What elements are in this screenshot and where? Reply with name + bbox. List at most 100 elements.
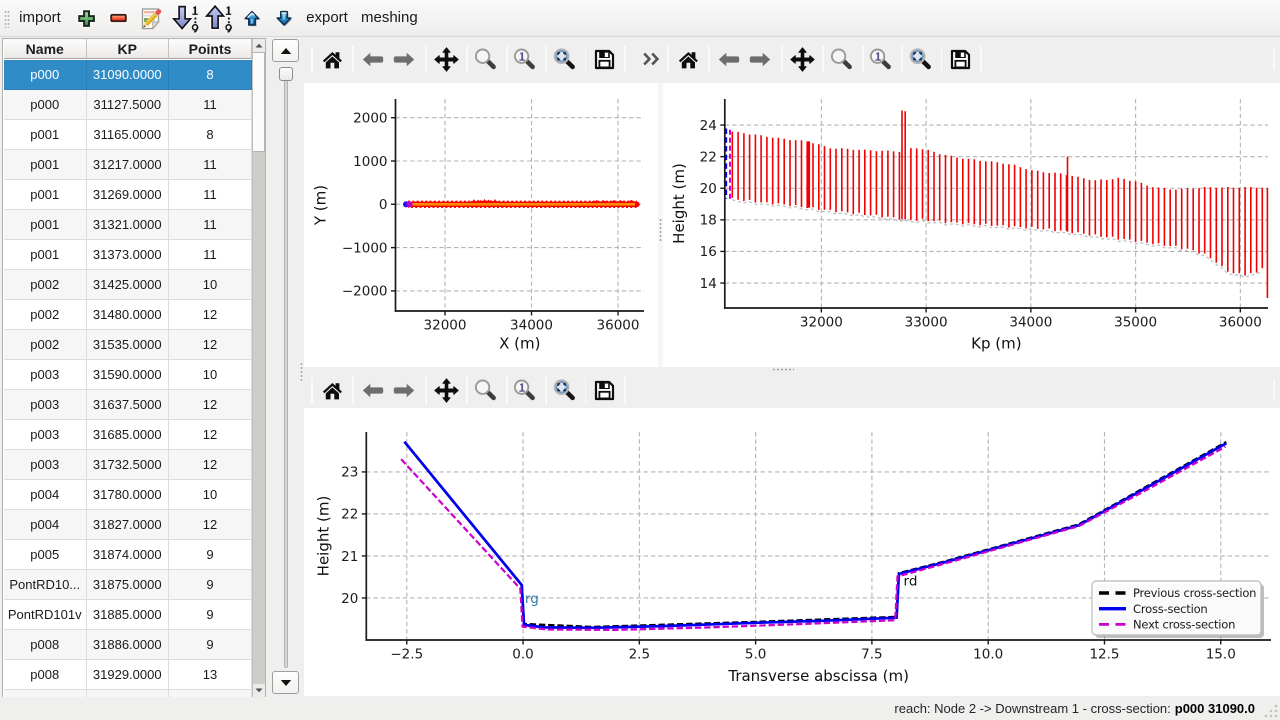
table-row[interactable]: p00031127.500011 [4,90,252,120]
cell-kp[interactable]: 31885.0000 [87,600,170,630]
cell-name[interactable]: p000 [4,60,87,90]
next-cross-section-button[interactable] [272,671,299,694]
back-button[interactable] [359,45,387,73]
toolbar-drag-handle[interactable] [4,10,10,28]
cell-kp[interactable]: 31269.0000 [87,180,170,210]
table-row[interactable]: p00131269.000011 [4,180,252,210]
cell-name[interactable]: p005 [4,540,87,570]
cell-name[interactable]: p001 [4,210,87,240]
table-row[interactable]: PontRD101v31885.00009 [4,600,252,630]
table-row[interactable]: p00531874.00009 [4,540,252,570]
cell-points[interactable]: 8 [169,120,252,150]
cell-points[interactable]: 10 [169,480,252,510]
zoom-one-button[interactable] [867,45,895,73]
sort-descending-button[interactable] [172,0,198,36]
cell-points[interactable]: 9 [169,630,252,660]
cross-section-slider[interactable] [284,68,288,668]
cell-points[interactable]: 12 [169,420,252,450]
cell-name[interactable]: p001 [4,240,87,270]
cross-section-slider-handle[interactable] [279,67,293,81]
back-button[interactable] [715,45,743,73]
cell-kp[interactable]: 31321.0000 [87,210,170,240]
zoom-one-button[interactable] [511,376,539,404]
scrollbar-thumb[interactable] [253,52,265,152]
zoom-button[interactable] [471,45,499,73]
toolbar-overflow-button[interactable] [643,52,660,70]
cell-name[interactable]: p003 [4,420,87,450]
cell-points[interactable]: 10 [169,270,252,300]
edit-cross-section-button[interactable] [139,0,165,36]
cell-kp[interactable]: 31874.0000 [87,540,170,570]
vertical-splitter[interactable] [658,83,663,367]
cell-kp[interactable]: 31637.5000 [87,390,170,420]
cell-name[interactable]: p004 [4,510,87,540]
zoom-fit-button[interactable] [906,45,934,73]
toolbar-drag-handle[interactable] [300,362,303,381]
cell-points[interactable]: 11 [169,90,252,120]
window-resize-grip[interactable] [1264,704,1278,718]
cell-kp[interactable]: 31827.0000 [87,510,170,540]
cell-kp[interactable]: 31127.5000 [87,90,170,120]
fig-cross-canvas[interactable]: −2.50.02.55.07.510.012.515.020212223Tran… [304,408,1280,696]
cell-points[interactable]: 9 [169,570,252,600]
column-header-kp[interactable]: KP [87,39,170,59]
cell-name[interactable]: p002 [4,330,87,360]
cell-points[interactable]: 12 [169,390,252,420]
save-button[interactable] [590,45,618,73]
cell-kp[interactable]: 31780.0000 [87,480,170,510]
cell-points[interactable]: 12 [169,450,252,480]
table-row[interactable]: p00231425.000010 [4,270,252,300]
home-button[interactable] [318,45,346,73]
pan-button[interactable] [788,45,816,73]
cell-points[interactable]: 11 [169,150,252,180]
cell-name[interactable]: PontRD101v [4,600,87,630]
zoom-fit-button[interactable] [550,376,578,404]
zoom-button[interactable] [471,376,499,404]
cell-points[interactable]: 12 [169,300,252,330]
back-button[interactable] [359,376,387,404]
cell-name[interactable]: p001 [4,180,87,210]
cell-name[interactable]: p008 [4,660,87,690]
cell-kp[interactable]: 31732.5000 [87,450,170,480]
cell-name[interactable]: p008 [4,630,87,660]
cell-points[interactable]: 12 [169,510,252,540]
remove-cross-section-button[interactable] [107,0,129,36]
cell-kp[interactable]: 31165.0000 [87,120,170,150]
table-row[interactable]: p00031090.00008 [4,60,252,90]
forward-button[interactable] [390,45,418,73]
scroll-down-button[interactable] [253,684,265,697]
move-down-button[interactable] [273,0,295,36]
cell-points[interactable]: 11 [169,240,252,270]
cell-kp[interactable]: 31685.0000 [87,420,170,450]
cell-kp[interactable]: 31217.0000 [87,150,170,180]
cell-kp[interactable]: 31535.0000 [87,330,170,360]
column-header-name[interactable]: Name [4,39,87,59]
cell-name[interactable]: p002 [4,270,87,300]
fig-xy-canvas[interactable]: 320003400036000−2000−1000010002000X (m)Y… [304,83,658,367]
table-row[interactable]: p00131373.000011 [4,240,252,270]
cell-kp[interactable]: 31886.0000 [87,630,170,660]
zoom-one-button[interactable] [511,45,539,73]
table-row[interactable]: p00131321.000011 [4,210,252,240]
cell-points[interactable]: 11 [169,210,252,240]
table-row[interactable]: p00831886.00009 [4,630,252,660]
table-row[interactable]: p00431780.000010 [4,480,252,510]
cell-name[interactable]: p003 [4,360,87,390]
import-menu[interactable]: import [18,0,62,36]
cell-kp[interactable]: 31373.0000 [87,240,170,270]
cell-kp[interactable]: 31590.0000 [87,360,170,390]
cell-name[interactable]: p003 [4,450,87,480]
cell-points[interactable]: 11 [169,180,252,210]
meshing-menu[interactable]: meshing [361,0,415,36]
table-row[interactable]: p00131217.000011 [4,150,252,180]
forward-button[interactable] [746,45,774,73]
table-row[interactable]: p00431827.000012 [4,510,252,540]
previous-cross-section-button[interactable] [272,39,299,62]
cell-name[interactable]: p001 [4,120,87,150]
scroll-up-button[interactable] [253,39,265,52]
cell-name[interactable]: p004 [4,480,87,510]
cell-points[interactable]: 9 [169,540,252,570]
horizontal-splitter[interactable] [304,367,1280,372]
table-row[interactable]: p00331590.000010 [4,360,252,390]
zoom-fit-button[interactable] [550,45,578,73]
